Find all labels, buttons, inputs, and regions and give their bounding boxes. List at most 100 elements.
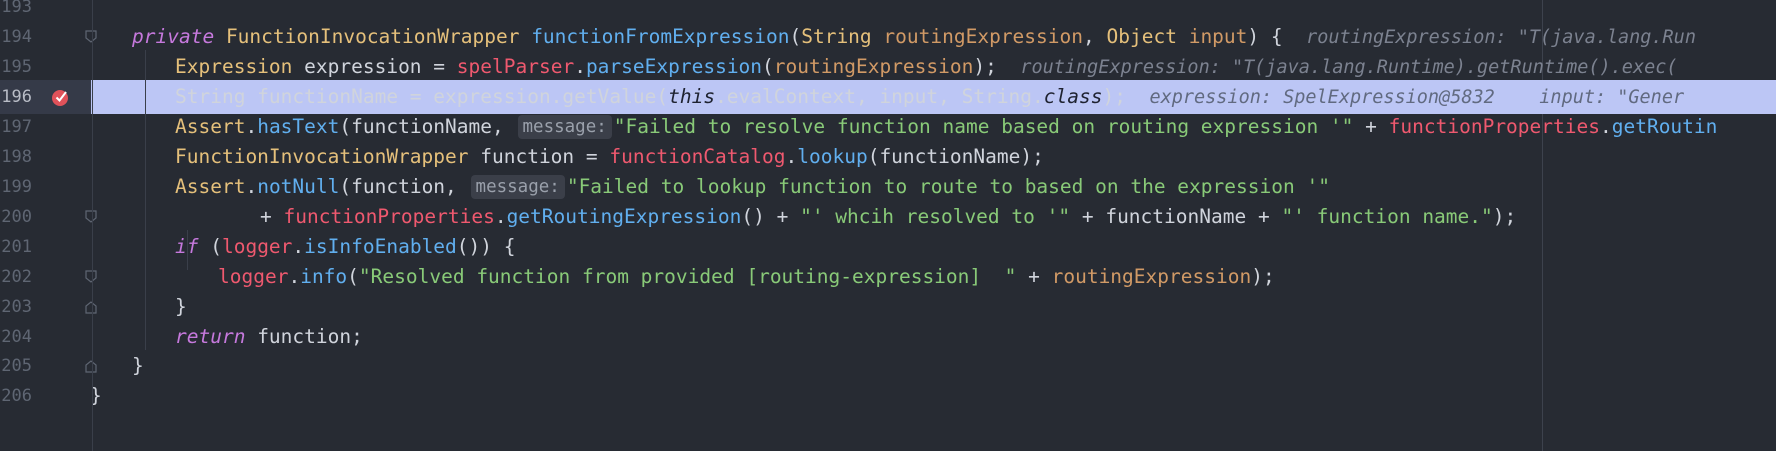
code-token: return xyxy=(175,325,246,348)
code-token: String functionName = expression.getValu… xyxy=(175,85,669,108)
code-token: FunctionInvocationWrapper xyxy=(225,25,520,48)
fold-marker-icon[interactable] xyxy=(85,210,97,224)
execution-line[interactable]: 196 String functionName = expression.getV… xyxy=(0,80,1776,114)
code-token: functionProperties xyxy=(283,205,495,228)
debug-inline-value[interactable]: expression: SpelExpression@5832 input: "… xyxy=(1149,87,1684,108)
fold-marker-icon[interactable] xyxy=(85,270,97,284)
code-token: String xyxy=(801,25,872,48)
code-token: "' function name." xyxy=(1281,205,1493,228)
code-line[interactable]: 200 + functionProperties.getRoutingExpres… xyxy=(0,200,1776,234)
code-text[interactable]: Assert.notNull(function, message: "Failed… xyxy=(175,170,1330,204)
line-number[interactable]: 205 xyxy=(0,349,32,383)
code-text[interactable]: + functionProperties.getRoutingExpressio… xyxy=(260,200,1516,234)
code-token: function; xyxy=(245,325,363,348)
code-text[interactable]: } xyxy=(175,290,187,324)
line-number[interactable]: 203 xyxy=(0,290,32,324)
code-token: lookup xyxy=(797,145,868,168)
code-text[interactable]: FunctionInvocationWrapper function = fun… xyxy=(175,140,1044,174)
code-token: + functionName + xyxy=(1070,205,1282,228)
code-token: spelParser xyxy=(456,55,575,78)
code-token: . xyxy=(245,175,258,198)
line-number[interactable]: 202 xyxy=(0,260,32,294)
code-token: .evalContext, input, String. xyxy=(715,85,1044,108)
code-line[interactable]: 194 private FunctionInvocationWrapper fun… xyxy=(0,20,1776,54)
line-number[interactable]: 201 xyxy=(0,230,32,264)
code-text[interactable]: Assert.hasText(functionName, message: "Fa… xyxy=(175,110,1717,144)
code-token: ( xyxy=(347,265,359,288)
code-token: FunctionInvocationWrapper xyxy=(175,145,469,168)
code-token: notNull xyxy=(257,175,340,198)
code-token: } xyxy=(132,354,144,377)
code-line[interactable]: 195 Expression expression = spelParser.pa… xyxy=(0,50,1776,84)
code-token: getRoutin xyxy=(1611,115,1718,138)
code-token: routingExpression xyxy=(883,25,1084,48)
code-text[interactable]: } xyxy=(132,349,144,383)
code-token: , xyxy=(1083,25,1107,48)
code-line[interactable]: 197 Assert.hasText(functionName, message:… xyxy=(0,110,1776,144)
code-token: . xyxy=(245,115,258,138)
code-token: "Failed to resolve function name based o… xyxy=(613,115,1354,138)
line-number[interactable]: 199 xyxy=(0,170,32,204)
code-token: function = xyxy=(468,145,610,168)
code-token: ); xyxy=(1102,85,1126,108)
line-number[interactable]: 197 xyxy=(0,110,32,144)
breakpoint-check-icon[interactable] xyxy=(51,88,69,106)
code-token: functionProperties xyxy=(1388,115,1600,138)
code-line[interactable]: 201 if (logger.isInfoEnabled()) { xyxy=(0,230,1776,264)
code-token: ); xyxy=(1251,265,1275,288)
code-token: private xyxy=(132,25,215,48)
code-token: ); xyxy=(1492,205,1517,228)
code-text[interactable]: if (logger.isInfoEnabled()) { xyxy=(175,230,516,264)
code-token: (functionName); xyxy=(867,145,1044,168)
code-line[interactable]: 203} xyxy=(0,290,1776,324)
code-token: logger xyxy=(218,265,289,288)
code-token: isInfoEnabled xyxy=(304,235,457,258)
code-token: + xyxy=(260,205,284,228)
fold-marker-icon[interactable] xyxy=(85,359,97,373)
code-line[interactable]: 206} xyxy=(0,379,1776,413)
fold-marker-icon[interactable] xyxy=(85,300,97,314)
code-line[interactable]: 202 logger.info("Resolved function from p… xyxy=(0,260,1776,294)
code-token: "' whcih resolved to '" xyxy=(800,205,1071,228)
fold-marker-icon[interactable] xyxy=(85,30,97,44)
code-token: . xyxy=(292,235,305,258)
code-text[interactable]: logger.info("Resolved function from prov… xyxy=(218,260,1275,294)
gutter-separator xyxy=(92,0,93,451)
code-token: class xyxy=(1043,85,1103,108)
code-token: ); xyxy=(973,55,997,78)
code-token: routingExpression xyxy=(773,55,974,78)
code-editor[interactable]: 193 194 private FunctionInvocationWrapper … xyxy=(0,0,1776,451)
line-number[interactable]: 198 xyxy=(0,140,32,174)
code-token: input xyxy=(1188,25,1248,48)
code-token: . xyxy=(1599,115,1612,138)
debug-inline-value[interactable]: routingExpression: "T(java.lang.Runtime)… xyxy=(1020,57,1677,78)
code-token: logger xyxy=(221,235,293,258)
code-token: "Resolved function from provided [routin… xyxy=(358,265,1017,288)
code-token: ( xyxy=(789,25,802,48)
code-line[interactable]: 205} xyxy=(0,349,1776,383)
code-token: ) { xyxy=(1247,25,1283,48)
line-number[interactable]: 195 xyxy=(0,50,32,84)
code-token: hasText xyxy=(257,115,340,138)
indent-guide xyxy=(187,230,188,270)
line-number[interactable]: 200 xyxy=(0,200,32,234)
code-line[interactable]: 199 Assert.notNull(function, message: "Fai… xyxy=(0,170,1776,204)
line-number[interactable]: 206 xyxy=(0,379,32,413)
indent-guide xyxy=(145,50,146,350)
code-token: . xyxy=(288,265,301,288)
code-token: Expression xyxy=(175,55,293,78)
line-number[interactable]: 196 xyxy=(0,80,32,114)
debug-inline-value[interactable]: routingExpression: "T(java.lang.Run xyxy=(1306,27,1696,48)
code-line[interactable]: 198 FunctionInvocationWrapper function = … xyxy=(0,140,1776,174)
code-token: Assert xyxy=(175,175,246,198)
line-number[interactable]: 194 xyxy=(0,20,32,54)
code-token: (function, xyxy=(339,175,469,198)
code-token: routingExpression xyxy=(1051,265,1252,288)
code-token: info xyxy=(300,265,348,288)
code-token: () + xyxy=(741,205,801,228)
